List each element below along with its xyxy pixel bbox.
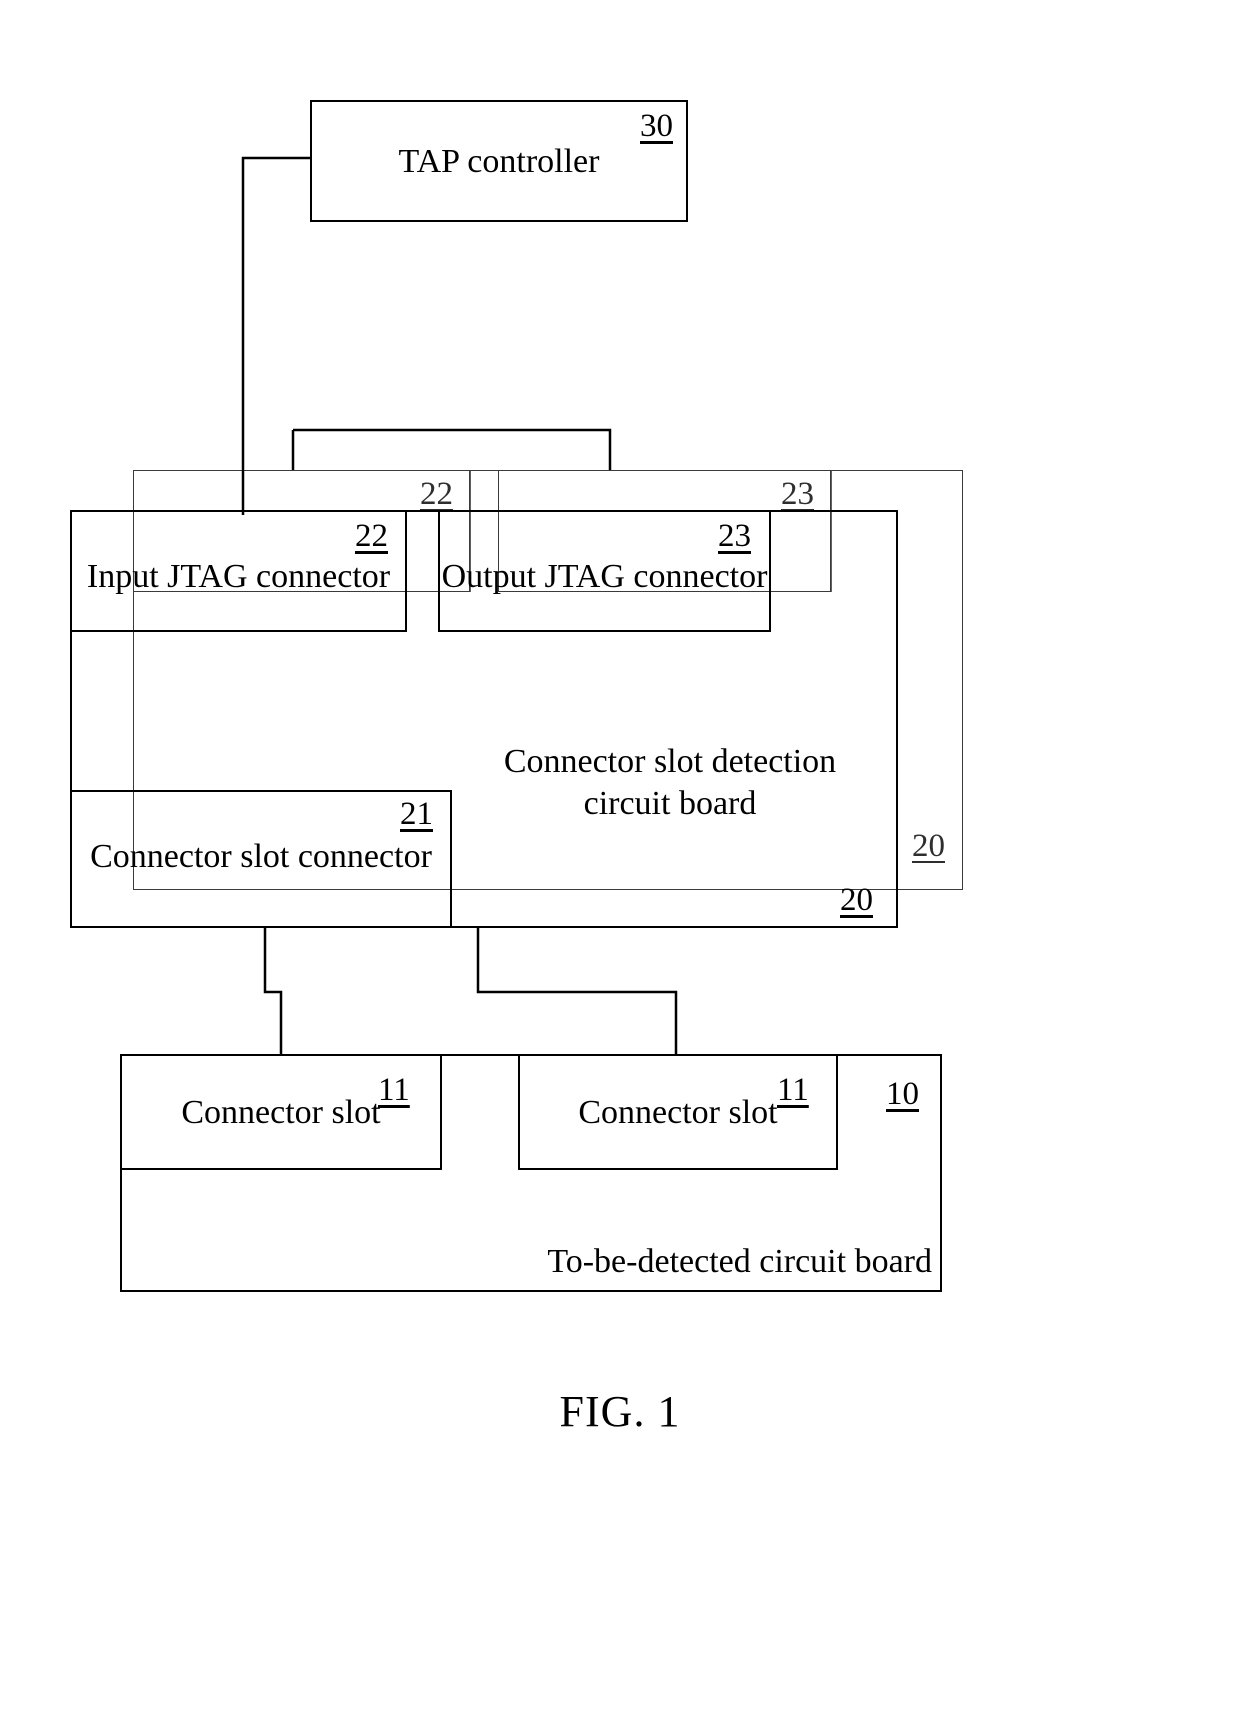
output-jtag-ref: 23 [718, 518, 751, 554]
detection-board-label-line1: Connector slot detection [503, 743, 837, 780]
detection-board-ghost-ref: 20 [912, 828, 945, 864]
input-jtag-ref: 22 [355, 518, 388, 554]
figure-caption: FIG. 1 [559, 1387, 681, 1436]
connector-slot-left-ref: 11 [378, 1072, 410, 1108]
tap-controller-label: TAP controller [398, 143, 600, 180]
connector-slot-right-ref: 11 [777, 1072, 809, 1108]
tap-controller-ref: 30 [640, 108, 673, 144]
input-jtag-ghost-ref: 22 [420, 476, 453, 512]
target-board-ref: 10 [886, 1076, 919, 1112]
input-jtag-label: Input JTAG connector [86, 558, 391, 595]
figure-canvas: 22 23 20 TAP controller 30 Connector slo… [0, 0, 1240, 1716]
slot-connector-ref: 21 [400, 796, 433, 832]
target-board-label: To-be-detected circuit board [547, 1243, 932, 1280]
detection-board-label-line2: circuit board [583, 785, 757, 822]
detection-board-ref: 20 [840, 882, 873, 918]
output-jtag-label: Output JTAG connector [441, 558, 768, 595]
slot-connector-label: Connector slot connector [90, 838, 432, 875]
output-jtag-ghost-ref: 23 [781, 476, 814, 512]
